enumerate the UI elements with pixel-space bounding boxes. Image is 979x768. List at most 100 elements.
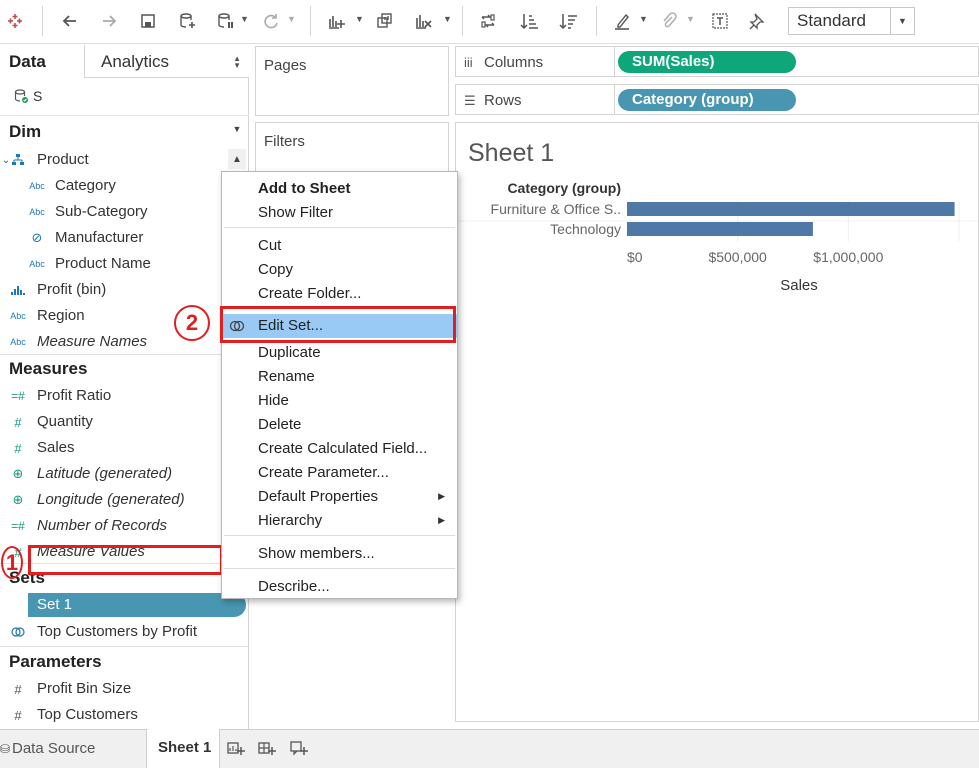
clear-dropdown-icon[interactable]: ▼ [443, 14, 452, 24]
tab-analytics-label: Analytics [101, 52, 170, 71]
columns-shelf[interactable]: iii Columns SUM(Sales) [455, 46, 979, 77]
field-label: Sub-Category [55, 203, 148, 220]
abc-icon: Abc [29, 181, 45, 191]
field-label: Profit Bin Size [37, 680, 132, 697]
field-label: Longitude (generated) [37, 491, 185, 508]
menu-item-label: Default Properties [258, 488, 379, 505]
field-category[interactable]: Abc Category [0, 174, 248, 200]
menu-item-hide[interactable]: Hide [222, 389, 457, 413]
menu-item-show-members[interactable]: Show members... [222, 542, 457, 566]
menu-item-copy[interactable]: Copy [222, 258, 457, 282]
view-size-select[interactable]: Standard ▼ [788, 7, 915, 35]
field-set-1[interactable]: Set 1 [28, 593, 246, 617]
menu-item-cut[interactable]: Cut [222, 234, 457, 258]
field-sub-category[interactable]: Abc Sub-Category [0, 200, 248, 226]
new-worksheet-icon[interactable] [323, 8, 349, 34]
tab-data[interactable]: Data [0, 45, 84, 78]
menu-item-duplicate[interactable]: Duplicate [222, 341, 457, 365]
field-label: Top Customers [37, 706, 138, 723]
field-top-customers[interactable]: # Top Customers [0, 703, 248, 729]
context-menu: Add to Sheet Show Filter Cut Copy Create… [221, 171, 458, 599]
duplicate-sheet-icon[interactable] [372, 8, 398, 34]
field-manufacturer[interactable]: ⊘ Manufacturer [0, 226, 248, 252]
field-top-customers-by-profit[interactable]: Top Customers by Profit [0, 620, 248, 646]
x-tick-label-1: $500,000 [708, 249, 767, 265]
sort-descending-icon[interactable] [555, 8, 581, 34]
tab-analytics[interactable]: Analytics ▲ ▼ [84, 45, 249, 78]
field-profit-bin[interactable]: Profit (bin) [0, 278, 248, 304]
pin-icon[interactable] [743, 8, 769, 34]
new-dashboard-icon[interactable] [258, 739, 278, 759]
new-datasource-icon[interactable] [174, 8, 200, 34]
redo-icon[interactable] [96, 8, 122, 34]
bar-0[interactable] [627, 202, 955, 216]
menu-item-create-parameter[interactable]: Create Parameter... [222, 461, 457, 485]
save-icon[interactable] [135, 8, 161, 34]
datasource-row[interactable]: S [0, 78, 249, 116]
menu-item-default-properties[interactable]: Default Properties ▶ [222, 485, 457, 509]
paperclip-dropdown-icon[interactable]: ▼ [686, 14, 695, 24]
bar-chart[interactable]: Category (group) Furniture & Office S.. Te… [456, 173, 978, 313]
field-profit-bin-size[interactable]: # Profit Bin Size [0, 677, 248, 703]
paperclip-icon: ⊘ [31, 230, 43, 245]
tab-sheet-1[interactable]: Sheet 1 [146, 729, 220, 768]
highlight-icon[interactable] [609, 8, 635, 34]
field-label: Category [55, 177, 116, 194]
field-region[interactable]: Abc Region [0, 304, 248, 330]
field-latitude[interactable]: ⊕ Latitude (generated) [0, 462, 248, 488]
menu-item-describe[interactable]: Describe... [222, 575, 457, 599]
field-number-of-records[interactable]: =# Number of Records [0, 514, 248, 540]
pause-dropdown-icon[interactable]: ▼ [240, 14, 249, 24]
number-icon: # [14, 414, 22, 430]
menu-item-delete[interactable]: Delete [222, 413, 457, 437]
field-longitude[interactable]: ⊕ Longitude (generated) [0, 488, 248, 514]
clear-sheet-icon[interactable] [410, 8, 436, 34]
field-product[interactable]: ⌄ Product [0, 148, 248, 174]
field-label: Latitude (generated) [37, 465, 173, 482]
new-story-icon[interactable] [290, 739, 310, 759]
rows-shelf[interactable]: ☰ Rows Category (group) [455, 84, 979, 115]
new-worksheet-icon[interactable] [227, 739, 247, 759]
new-worksheet-dropdown-icon[interactable]: ▼ [355, 14, 364, 24]
bin-histogram-icon [8, 282, 28, 298]
label-icon[interactable] [707, 8, 733, 34]
chevron-down-icon[interactable]: ▼ [890, 8, 914, 34]
pause-update-icon[interactable] [212, 8, 238, 34]
field-sales[interactable]: # Sales [0, 436, 248, 462]
measures-header: Measures [9, 359, 88, 378]
refresh-dropdown-icon[interactable]: ▼ [287, 14, 296, 24]
view-canvas[interactable]: Sheet 1 Category (group) Furniture & Offi… [455, 122, 979, 722]
menu-item-rename[interactable]: Rename [222, 365, 457, 389]
field-measure-names[interactable]: Abc Measure Names [0, 330, 248, 356]
menu-item-hierarchy[interactable]: Hierarchy ▶ [222, 509, 457, 533]
field-product-name[interactable]: Abc Product Name [0, 252, 248, 278]
sort-ascending-icon[interactable] [516, 8, 542, 34]
highlight-dropdown-icon[interactable]: ▼ [639, 14, 648, 24]
refresh-icon[interactable] [258, 8, 284, 34]
swap-icon[interactable] [475, 8, 501, 34]
dimensions-header: Dim [9, 122, 42, 141]
pages-shelf[interactable]: Pages [255, 46, 449, 116]
field-quantity[interactable]: # Quantity [0, 410, 248, 436]
menu-item-create-folder[interactable]: Create Folder... [222, 282, 457, 306]
filters-shelf[interactable]: Filters [255, 122, 449, 174]
category-group-pill[interactable]: Category (group) [618, 89, 796, 111]
tab-data-source[interactable]: ⛁ Data Source [0, 730, 143, 768]
dimensions-menu-icon[interactable]: ▼ [228, 119, 246, 139]
field-profit-ratio[interactable]: =# Profit Ratio [0, 384, 248, 410]
menu-item-create-calculated-field[interactable]: Create Calculated Field... [222, 437, 457, 461]
step-2-badge: 2 [174, 305, 210, 341]
sum-sales-pill[interactable]: SUM(Sales) [618, 51, 796, 73]
bar-1[interactable] [627, 222, 813, 236]
sheet-title[interactable]: Sheet 1 [468, 139, 554, 168]
filters-title: Filters [264, 133, 305, 150]
menu-item-show-filter[interactable]: Show Filter [222, 201, 457, 225]
paperclip-icon[interactable] [656, 8, 682, 34]
tableau-logo-icon[interactable] [2, 8, 28, 34]
number-icon: # [14, 681, 22, 697]
spin-arrows-icon[interactable]: ▲ ▼ [233, 55, 241, 70]
undo-icon[interactable] [57, 8, 83, 34]
rows-label: Rows [484, 92, 522, 109]
highlight-box-edit-set [220, 306, 456, 343]
menu-item-add-to-sheet[interactable]: Add to Sheet [222, 177, 457, 201]
